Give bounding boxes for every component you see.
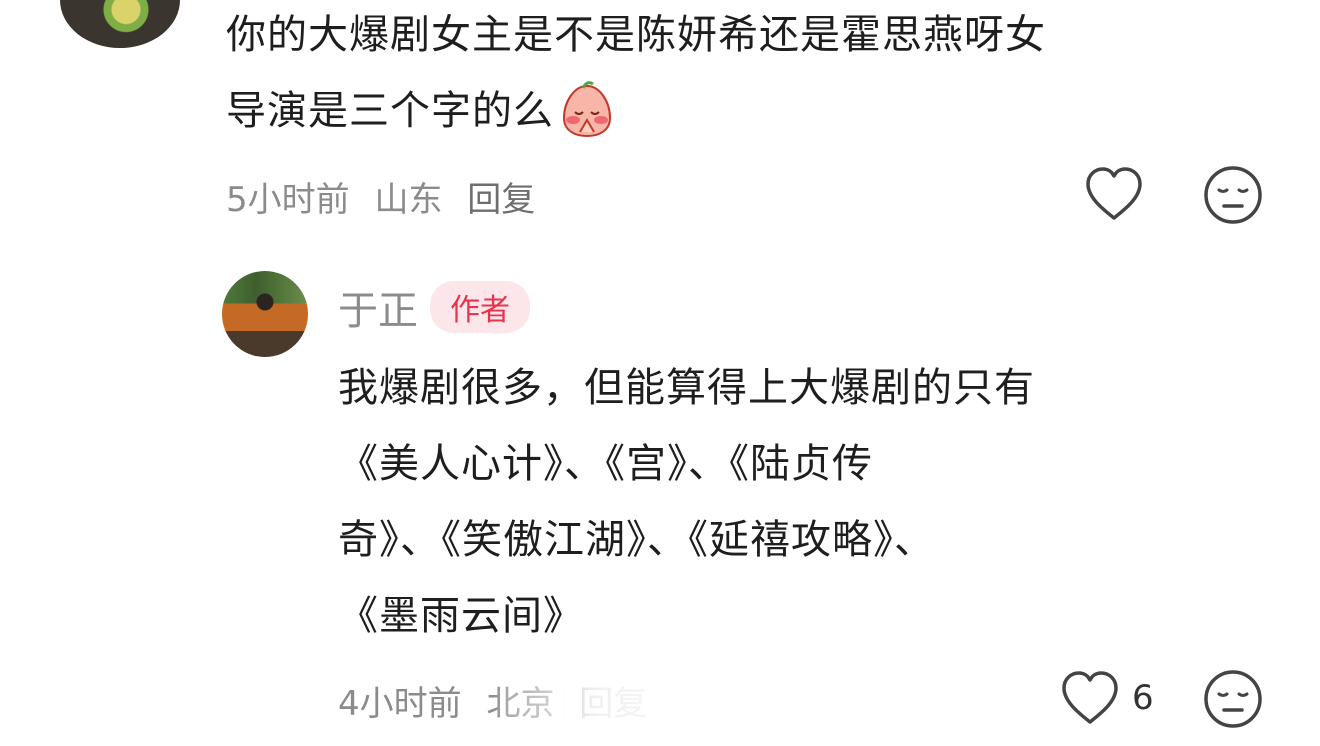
reply-line-3: 奇》、《笑傲江湖》、《延禧攻略》、 xyxy=(338,517,935,563)
parent-reply-button[interactable]: 回复 xyxy=(467,180,535,220)
parent-comment-time: 5小时前 xyxy=(226,180,350,220)
commenter-avatar[interactable] xyxy=(60,0,180,48)
heart-icon xyxy=(1086,167,1142,220)
parent-comment-location: 山东 xyxy=(374,180,443,220)
parent-comment-line-1: 你的大爆剧女主是不是陈妍希还是霍思燕呀女 xyxy=(226,12,1046,58)
parent-comment-meta: 5小时前 山东 回复 xyxy=(226,172,549,221)
author-badge: 作者 xyxy=(430,281,530,333)
reply-line-2: 《美人心计》、《宫》、《陆贞传 xyxy=(338,441,873,487)
parent-comment-line-2-text: 导演是三个字的么 xyxy=(226,88,554,134)
reply-like-count: 6 xyxy=(1132,678,1154,718)
meh-face-icon xyxy=(1204,670,1262,728)
meh-face-icon xyxy=(1204,166,1262,224)
heart-icon xyxy=(1062,671,1118,724)
parent-like-button[interactable] xyxy=(1084,166,1144,222)
reply-line-1: 我爆剧很多，但能算得上大爆剧的只有 xyxy=(338,365,1035,411)
praying-blush-emoji-icon xyxy=(558,80,616,138)
parent-dislike-button[interactable] xyxy=(1202,164,1264,226)
reply-dislike-button[interactable] xyxy=(1202,668,1264,730)
parent-comment-line-2: 导演是三个字的么 xyxy=(226,73,1226,149)
reply-comment-text: 我爆剧很多，但能算得上大爆剧的只有 《美人心计》、《宫》、《陆贞传 奇》、《笑傲… xyxy=(338,350,1218,654)
reply-line-4: 《墨雨云间》 xyxy=(338,593,584,639)
reply-comment-time: 4小时前 xyxy=(338,684,462,724)
parent-comment-text: 你的大爆剧女主是不是陈妍希还是霍思燕呀女 导演是三个字的么 xyxy=(226,0,1226,149)
reply-author-row: 于正 作者 xyxy=(338,278,530,336)
watermark-overlay xyxy=(498,678,818,730)
author-name[interactable]: 于正 xyxy=(338,278,418,336)
reply-like-button[interactable]: 6 xyxy=(1060,670,1154,726)
author-avatar[interactable] xyxy=(222,271,308,357)
